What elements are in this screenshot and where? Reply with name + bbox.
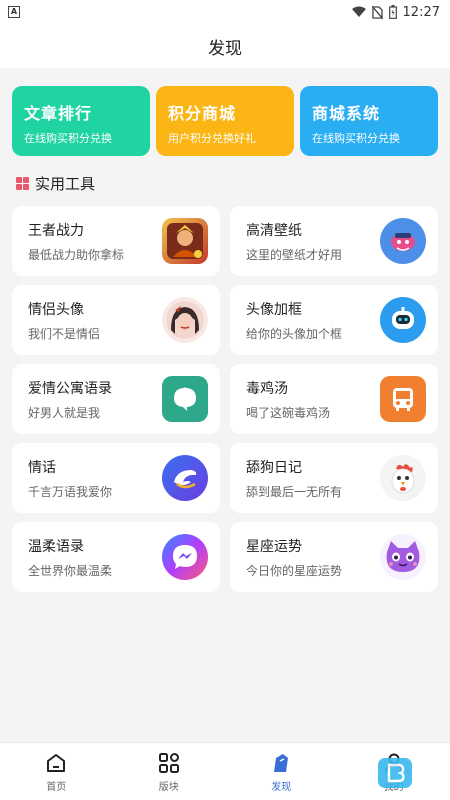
tool-subtitle: 这里的壁纸才好用 <box>246 247 343 262</box>
tool-subtitle: 今日你的星座运势 <box>246 563 343 578</box>
tab-label: 首页 <box>46 781 67 793</box>
battery-icon <box>388 5 397 19</box>
tool-title: 温柔语录 <box>28 538 84 555</box>
banner-mall-system[interactable]: 商城系统 在线购买积分兑换 <box>300 86 438 156</box>
grid-apps-icon <box>157 751 181 775</box>
tool-card-horoscope[interactable]: 星座运势今日你的星座运势 <box>230 522 438 592</box>
home-icon <box>44 751 68 775</box>
tool-card-avatar-frame[interactable]: 头像加框给你的头像加个框 <box>230 285 438 355</box>
section-title: 实用工具 <box>35 174 96 193</box>
tab-label: 发现 <box>271 781 292 793</box>
tab-home[interactable]: 首页 <box>0 743 113 800</box>
no-sim-icon <box>371 5 383 19</box>
tool-subtitle: 舔到最后一无所有 <box>246 484 343 499</box>
page-title: 发现 <box>208 38 242 59</box>
dolphin-icon <box>162 455 208 501</box>
banner-article-ranking[interactable]: 文章排行 在线购买积分兑换 <box>12 86 150 156</box>
tab-forum[interactable]: 版块 <box>113 743 226 800</box>
bus-icon <box>380 376 426 422</box>
banner-row: 文章排行 在线购买积分兑换 积分商城 用户积分兑换好礼 商城系统 在线购买积分兑… <box>0 68 450 156</box>
tool-subtitle: 我们不是情侣 <box>28 326 101 341</box>
banner-subtitle: 用户积分兑换好礼 <box>168 132 256 145</box>
tool-subtitle: 全世界你最温柔 <box>28 563 113 578</box>
tool-card-gentle-quotes[interactable]: 温柔语录全世界你最温柔 <box>12 522 220 592</box>
avatar-girl-icon <box>162 297 208 343</box>
tool-title: 高清壁纸 <box>246 222 302 239</box>
banner-points-mall[interactable]: 积分商城 用户积分兑换好礼 <box>156 86 294 156</box>
banner-subtitle: 在线购买积分兑换 <box>24 132 112 145</box>
tool-subtitle: 千言万语我爱你 <box>28 484 113 499</box>
status-time: 12:27 <box>402 4 440 20</box>
tab-label: 版块 <box>158 781 179 793</box>
chat-bubble-icon <box>162 376 208 422</box>
tool-card-love-words[interactable]: 情话 千言万语我爱你 <box>12 443 220 513</box>
tool-subtitle: 喝了这碗毒鸡汤 <box>246 405 331 420</box>
tool-subtitle: 最低战力助你拿标 <box>28 247 125 262</box>
wallpaper-icon <box>380 218 426 264</box>
tool-card-ipartment-quotes[interactable]: 爱情公寓语录 好男人就是我 <box>12 364 220 434</box>
robot-frame-icon <box>380 297 426 343</box>
status-bar: A 12:27 <box>0 0 450 24</box>
tool-card-hero-power[interactable]: 王者战力最低战力助你拿标 <box>12 206 220 276</box>
page-header: 发现 <box>0 24 450 68</box>
section-header: 实用工具 <box>0 156 450 196</box>
app-notification-icon: A <box>8 6 20 18</box>
tool-card-wallpaper[interactable]: 高清壁纸这里的壁纸才好用 <box>230 206 438 276</box>
messenger-icon <box>162 534 208 580</box>
bottom-tab-bar: 首页 版块 发现 我的 <box>0 742 450 800</box>
grid-icon <box>16 176 29 190</box>
tool-card-licking-dog-diary[interactable]: 舔狗日记舔到最后一无所有 <box>230 443 438 513</box>
tool-title: 情话 <box>28 459 56 476</box>
purple-cat-icon <box>380 534 426 580</box>
watermark-logo-icon <box>378 758 412 788</box>
game-hero-icon <box>162 218 208 264</box>
discover-icon <box>269 751 293 775</box>
tool-title: 情侣头像 <box>28 301 84 318</box>
tool-title: 舔狗日记 <box>246 459 302 476</box>
tool-title: 星座运势 <box>246 538 302 555</box>
tool-title: 头像加框 <box>246 301 302 318</box>
tool-subtitle: 给你的头像加个框 <box>246 326 343 341</box>
wifi-icon <box>351 6 366 17</box>
banner-title: 积分商城 <box>168 104 237 123</box>
tool-title: 王者战力 <box>28 222 84 239</box>
rooster-icon <box>380 455 426 501</box>
tool-subtitle: 好男人就是我 <box>28 405 101 420</box>
banner-title: 文章排行 <box>24 104 93 123</box>
tab-discover[interactable]: 发现 <box>225 743 338 800</box>
banner-title: 商城系统 <box>312 104 381 123</box>
banner-subtitle: 在线购买积分兑换 <box>312 132 400 145</box>
tool-title: 毒鸡汤 <box>246 380 288 397</box>
tools-grid: 王者战力最低战力助你拿标 高清壁纸这里的壁纸才好用 情侣头像我们不是情侣 头像加… <box>0 196 450 592</box>
tool-card-couple-avatar[interactable]: 情侣头像我们不是情侣 <box>12 285 220 355</box>
tool-card-poison-soup[interactable]: 毒鸡汤喝了这碗毒鸡汤 <box>230 364 438 434</box>
tool-title: 爱情公寓语录 <box>28 380 112 397</box>
